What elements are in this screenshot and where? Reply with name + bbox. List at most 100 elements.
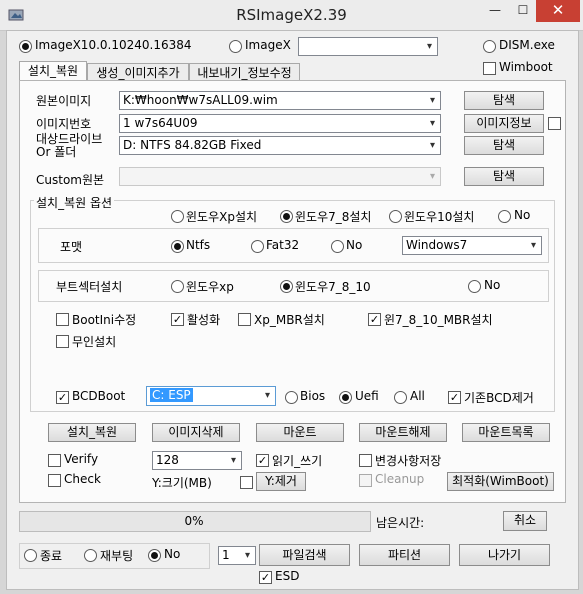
boot-radio-xp[interactable] bbox=[171, 280, 184, 293]
imagex-radio[interactable] bbox=[229, 40, 242, 53]
source-image-value: K:₩hoon₩w7sALL09.wim bbox=[123, 93, 278, 107]
delete-image-button[interactable]: 이미지삭제 bbox=[152, 423, 240, 442]
target-folder-label: Or 폴더 bbox=[36, 145, 77, 159]
imagex10-label: ImageX10.0.10240.16384 bbox=[35, 38, 192, 52]
bcdboot-drive-value: C: ESP bbox=[150, 388, 193, 402]
format-radio-ntfs[interactable] bbox=[171, 240, 184, 253]
image-index-value: 1 w7s64U09 bbox=[123, 116, 198, 130]
bcd-radio-uefi[interactable] bbox=[339, 391, 352, 404]
save-changes-checkbox[interactable] bbox=[359, 454, 372, 467]
os-radio-10[interactable] bbox=[389, 210, 402, 223]
bcd-label-bios: Bios bbox=[300, 389, 326, 403]
after-radio-reboot[interactable] bbox=[84, 549, 97, 562]
target-drive-label: 대상드라이브 bbox=[36, 132, 103, 146]
bootsector-label: 부트섹터설치 bbox=[56, 280, 123, 294]
image-index-label: 이미지번호 bbox=[36, 117, 92, 131]
custom-source-label: Custom원본 bbox=[36, 173, 105, 187]
progress-percent: 0% bbox=[184, 514, 204, 528]
maximize-button[interactable]: ☐ bbox=[510, 0, 536, 22]
chevron-down-icon: ▾ bbox=[260, 387, 275, 404]
target-drive-value: D: NTFS 84.82GB Fixed bbox=[123, 138, 262, 152]
file-search-button[interactable]: 파일검색 bbox=[259, 544, 350, 566]
chevron-down-icon: ▾ bbox=[425, 168, 440, 185]
install-restore-button[interactable]: 설치_복원 bbox=[48, 423, 136, 442]
mount-button[interactable]: 마운트 bbox=[256, 423, 344, 442]
unmount-button[interactable]: 마운트해제 bbox=[359, 423, 447, 442]
os-label-no: No bbox=[514, 208, 531, 222]
target-browse-button[interactable]: 탐색 bbox=[464, 136, 544, 155]
exit-button[interactable]: 나가기 bbox=[459, 544, 550, 566]
format-os-combo[interactable]: Windows7 ▾ bbox=[402, 236, 542, 255]
tab-install-restore[interactable]: 설치_복원 bbox=[19, 61, 87, 81]
esd-label: ESD bbox=[275, 569, 300, 583]
remaining-time-label: 남은시간: bbox=[376, 516, 425, 530]
bcd-remove-label: 기존BCD제거 bbox=[464, 391, 534, 405]
wimboot-label: Wimboot bbox=[499, 60, 553, 74]
bcd-radio-bios[interactable] bbox=[285, 391, 298, 404]
target-drive-combo[interactable]: D: NTFS 84.82GB Fixed ▾ bbox=[119, 136, 441, 155]
image-index-combo[interactable]: 1 w7s64U09 ▾ bbox=[119, 114, 441, 133]
chevron-down-icon: ▾ bbox=[226, 452, 241, 469]
cleanup-checkbox[interactable] bbox=[359, 474, 372, 487]
imagex-path-combo[interactable]: ▾ bbox=[298, 37, 438, 56]
format-radio-no[interactable] bbox=[331, 240, 344, 253]
close-button[interactable]: ✕ bbox=[536, 0, 580, 22]
os-label-10: 윈도우10설치 bbox=[404, 210, 475, 224]
source-image-label: 원본이미지 bbox=[36, 94, 92, 108]
format-radio-fat32[interactable] bbox=[251, 240, 264, 253]
chevron-down-icon: ▾ bbox=[422, 38, 437, 55]
install-options-title: 설치_복원 옵션 bbox=[34, 194, 115, 211]
count-value: 1 bbox=[222, 548, 230, 562]
y-remove-checkbox[interactable] bbox=[240, 476, 253, 489]
unattended-label: 무인설치 bbox=[72, 335, 117, 349]
bcd-remove-checkbox[interactable]: ✓ bbox=[448, 391, 461, 404]
scratch-size-combo[interactable]: 128 ▾ bbox=[152, 451, 242, 470]
source-image-combo[interactable]: K:₩hoon₩w7sALL09.wim ▾ bbox=[119, 91, 441, 110]
after-radio-shutdown[interactable] bbox=[24, 549, 37, 562]
count-combo[interactable]: 1 ▾ bbox=[218, 546, 256, 565]
custom-browse-button[interactable]: 탐색 bbox=[464, 167, 544, 186]
y-remove-button[interactable]: Y:제거 bbox=[256, 472, 306, 491]
bcdboot-drive-combo[interactable]: C: ESP ▾ bbox=[146, 386, 276, 406]
os-radio-no[interactable] bbox=[498, 210, 511, 223]
esd-checkbox[interactable]: ✓ bbox=[259, 571, 272, 584]
image-info-checkbox[interactable] bbox=[548, 117, 561, 130]
xp-mbr-checkbox[interactable] bbox=[238, 313, 251, 326]
imagex10-radio[interactable] bbox=[19, 40, 32, 53]
mount-list-button[interactable]: 마운트목록 bbox=[462, 423, 550, 442]
cancel-button[interactable]: 취소 bbox=[503, 511, 547, 531]
chevron-down-icon: ▾ bbox=[526, 237, 541, 254]
boot-radio-no[interactable] bbox=[468, 280, 481, 293]
source-browse-button[interactable]: 탐색 bbox=[464, 91, 544, 110]
dism-radio[interactable] bbox=[483, 40, 496, 53]
bootini-checkbox[interactable] bbox=[56, 313, 69, 326]
tab-create-add[interactable]: 생성_이미지추가 bbox=[87, 63, 189, 81]
activate-checkbox[interactable]: ✓ bbox=[171, 313, 184, 326]
tab-export-info[interactable]: 내보내기_정보수정 bbox=[189, 63, 300, 81]
chevron-down-icon: ▾ bbox=[425, 115, 440, 132]
after-label-reboot: 재부팅 bbox=[100, 549, 134, 563]
optimize-wimboot-button[interactable]: 최적화(WimBoot) bbox=[447, 472, 554, 491]
after-radio-no[interactable] bbox=[148, 549, 161, 562]
wimboot-checkbox[interactable] bbox=[483, 62, 496, 75]
bcd-radio-all[interactable] bbox=[394, 391, 407, 404]
bcdboot-checkbox[interactable]: ✓ bbox=[56, 391, 69, 404]
os-radio-7-8[interactable] bbox=[280, 210, 293, 223]
custom-source-combo[interactable]: ▾ bbox=[119, 167, 441, 186]
imagex-label: ImageX bbox=[245, 38, 291, 52]
os-label-xp: 윈도우Xp설치 bbox=[186, 210, 258, 224]
boot-label-no: No bbox=[484, 278, 501, 292]
os-radio-xp[interactable] bbox=[171, 210, 184, 223]
verify-checkbox[interactable] bbox=[48, 454, 61, 467]
win7-mbr-checkbox[interactable]: ✓ bbox=[368, 313, 381, 326]
unattended-checkbox[interactable] bbox=[56, 335, 69, 348]
boot-radio-7-8-10[interactable] bbox=[280, 280, 293, 293]
minimize-button[interactable]: — bbox=[482, 0, 508, 22]
check-checkbox[interactable] bbox=[48, 474, 61, 487]
format-label-fat32: Fat32 bbox=[266, 238, 300, 252]
xp-mbr-label: Xp_MBR설치 bbox=[254, 313, 325, 327]
image-info-button[interactable]: 이미지정보 bbox=[464, 114, 544, 133]
partition-button[interactable]: 파티션 bbox=[359, 544, 450, 566]
after-label-shutdown: 종료 bbox=[40, 549, 63, 563]
readwrite-checkbox[interactable]: ✓ bbox=[256, 454, 269, 467]
